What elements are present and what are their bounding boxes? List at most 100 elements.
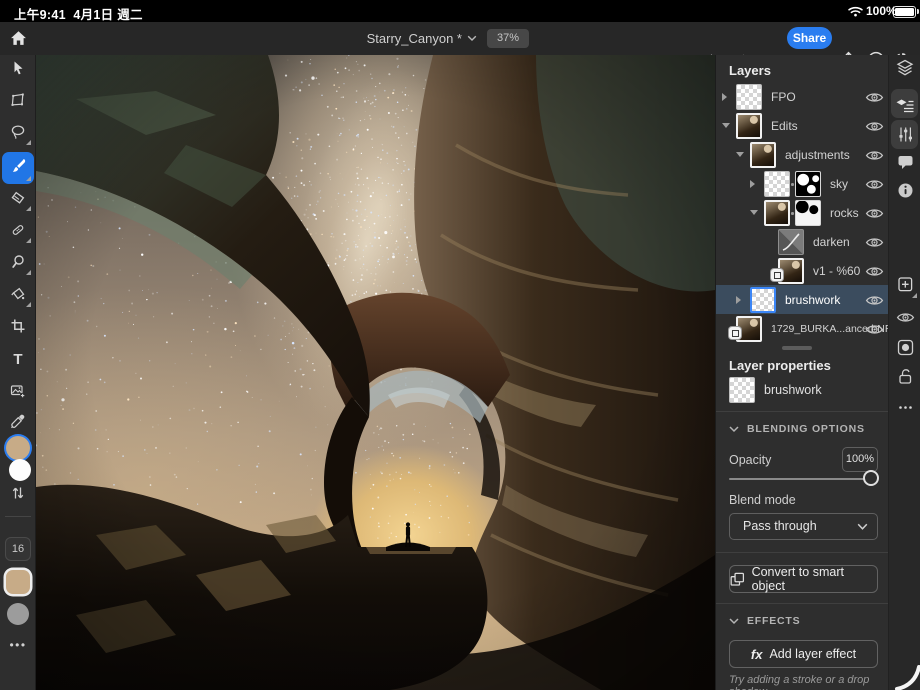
- home-button[interactable]: [6, 26, 30, 50]
- layer-row[interactable]: darken: [716, 227, 889, 256]
- layer-detail-panel-button[interactable]: [893, 95, 917, 119]
- layer-visibility-toggle[interactable]: [864, 293, 884, 307]
- canvas-area[interactable]: [0, 0, 715, 690]
- layer-thumbnail[interactable]: [764, 170, 790, 197]
- subtool-indicator: [26, 140, 31, 145]
- layer-row[interactable]: FPO: [716, 82, 889, 111]
- convert-smart-object-button[interactable]: Convert to smart object: [729, 565, 878, 593]
- add-layer-icon: [897, 276, 914, 298]
- layer-disclosure-arrow[interactable]: [722, 92, 727, 101]
- toolbar-divider: [5, 516, 31, 517]
- divider: [716, 552, 889, 553]
- healing-tool[interactable]: [2, 218, 34, 246]
- layer-thumbnail[interactable]: [736, 112, 762, 139]
- visibility-icon: [896, 311, 915, 329]
- more-icon: [897, 399, 914, 421]
- type-tool[interactable]: T: [2, 346, 34, 374]
- brush-preview-circle[interactable]: [7, 603, 29, 625]
- lasso-tool[interactable]: [2, 120, 34, 148]
- blend-mode-label: Blend mode: [729, 493, 796, 507]
- left-toolbar: 16 ••• T: [0, 55, 36, 690]
- brush-tool[interactable]: [2, 152, 34, 184]
- opacity-slider-knob[interactable]: [863, 470, 879, 486]
- layer-thumbnail[interactable]: [750, 286, 776, 313]
- divider: [716, 603, 889, 604]
- brush-tool-icon: [9, 157, 27, 180]
- curves-icon: [782, 232, 800, 251]
- smart-object-icon: [730, 572, 745, 586]
- foreground-color-swatch[interactable]: [6, 436, 30, 460]
- panel-drag-handle[interactable]: [782, 346, 812, 350]
- share-button[interactable]: Share: [787, 27, 832, 49]
- effects-header[interactable]: EFFECTS: [729, 615, 800, 627]
- subtool-indicator: [26, 206, 31, 211]
- layer-detail-icon: [896, 97, 914, 118]
- layer-name: Edits: [771, 118, 798, 133]
- more-button[interactable]: [893, 398, 917, 422]
- layer-thumbnail[interactable]: [750, 141, 776, 168]
- home-icon: [10, 31, 26, 45]
- layer-row[interactable]: rocks: [716, 198, 889, 227]
- opacity-value-field[interactable]: 100%: [842, 447, 878, 472]
- layer-visibility-toggle[interactable]: [864, 264, 884, 278]
- layer-row[interactable]: v1 - %60: [716, 256, 889, 285]
- crop-tool[interactable]: [2, 314, 34, 342]
- chevron-down-icon: [857, 523, 868, 530]
- lasso-tool-icon: [10, 124, 26, 145]
- layer-visibility-toggle[interactable]: [864, 235, 884, 249]
- blend-mode-dropdown[interactable]: Pass through: [729, 513, 878, 540]
- layer-disclosure-arrow[interactable]: [736, 295, 741, 304]
- layer-disclosure-arrow[interactable]: [750, 179, 755, 188]
- blending-options-header[interactable]: BLENDING OPTIONS: [729, 423, 865, 435]
- layer-row[interactable]: 1729_BURKA...anced-NR33: [716, 314, 904, 343]
- adjustments-panel-button[interactable]: [893, 125, 917, 149]
- layer-thumbnail[interactable]: [778, 228, 804, 255]
- layer-thumbnail[interactable]: [764, 199, 790, 226]
- layer-disclosure-arrow[interactable]: [750, 210, 758, 215]
- opacity-label: Opacity: [729, 453, 772, 467]
- info-panel-button[interactable]: [893, 181, 917, 205]
- move-tool[interactable]: [2, 56, 34, 84]
- comment-panel-button[interactable]: [893, 152, 917, 176]
- layer-visibility-toggle[interactable]: [864, 322, 884, 336]
- layer-visibility-toggle[interactable]: [864, 90, 884, 104]
- layer-row[interactable]: adjustments: [716, 140, 889, 169]
- add-layer-effect-button[interactable]: fx Add layer effect: [729, 640, 878, 668]
- layer-visibility-toggle[interactable]: [864, 177, 884, 191]
- brush-color-swatch[interactable]: [6, 570, 30, 594]
- eyedropper-tool[interactable]: [2, 409, 34, 437]
- layer-row[interactable]: Edits: [716, 111, 889, 140]
- layer-row[interactable]: brushwork: [716, 285, 889, 314]
- layer-visibility-toggle[interactable]: [864, 119, 884, 133]
- place-image-tool[interactable]: [2, 379, 34, 407]
- background-color-swatch[interactable]: [9, 459, 31, 481]
- brush-size-badge[interactable]: 16: [5, 537, 31, 561]
- opacity-slider-track[interactable]: [729, 478, 873, 480]
- layer-mask-thumbnail[interactable]: [795, 199, 821, 226]
- layers-panel-title: Layers: [729, 63, 771, 78]
- mask-button[interactable]: [893, 338, 917, 362]
- transform-tool[interactable]: [2, 88, 34, 116]
- zoom-level-badge[interactable]: 37%: [487, 29, 529, 48]
- layer-visibility-toggle[interactable]: [864, 206, 884, 220]
- visibility-button[interactable]: [893, 308, 917, 332]
- wifi-icon: [848, 6, 863, 17]
- canvas-image[interactable]: [0, 0, 715, 690]
- layer-visibility-toggle[interactable]: [864, 148, 884, 162]
- layer-thumbnail[interactable]: [736, 83, 762, 110]
- divider: [716, 411, 889, 412]
- fill-tool[interactable]: [2, 282, 34, 310]
- toolbar-more-button[interactable]: •••: [0, 638, 36, 652]
- layers-panel-button[interactable]: [893, 58, 917, 82]
- layer-disclosure-arrow[interactable]: [736, 152, 744, 157]
- layer-disclosure-arrow[interactable]: [722, 123, 730, 128]
- add-layer-button[interactable]: [893, 275, 917, 299]
- document-title[interactable]: Starry_Canyon *: [340, 31, 462, 46]
- swap-colors-icon[interactable]: [10, 485, 26, 501]
- lock-button[interactable]: [893, 367, 917, 391]
- layer-row[interactable]: sky: [716, 169, 889, 198]
- mask-icon: [897, 339, 914, 361]
- eraser-tool[interactable]: [2, 186, 34, 214]
- clone-stamp-tool[interactable]: [2, 250, 34, 278]
- layer-mask-thumbnail[interactable]: [795, 170, 821, 197]
